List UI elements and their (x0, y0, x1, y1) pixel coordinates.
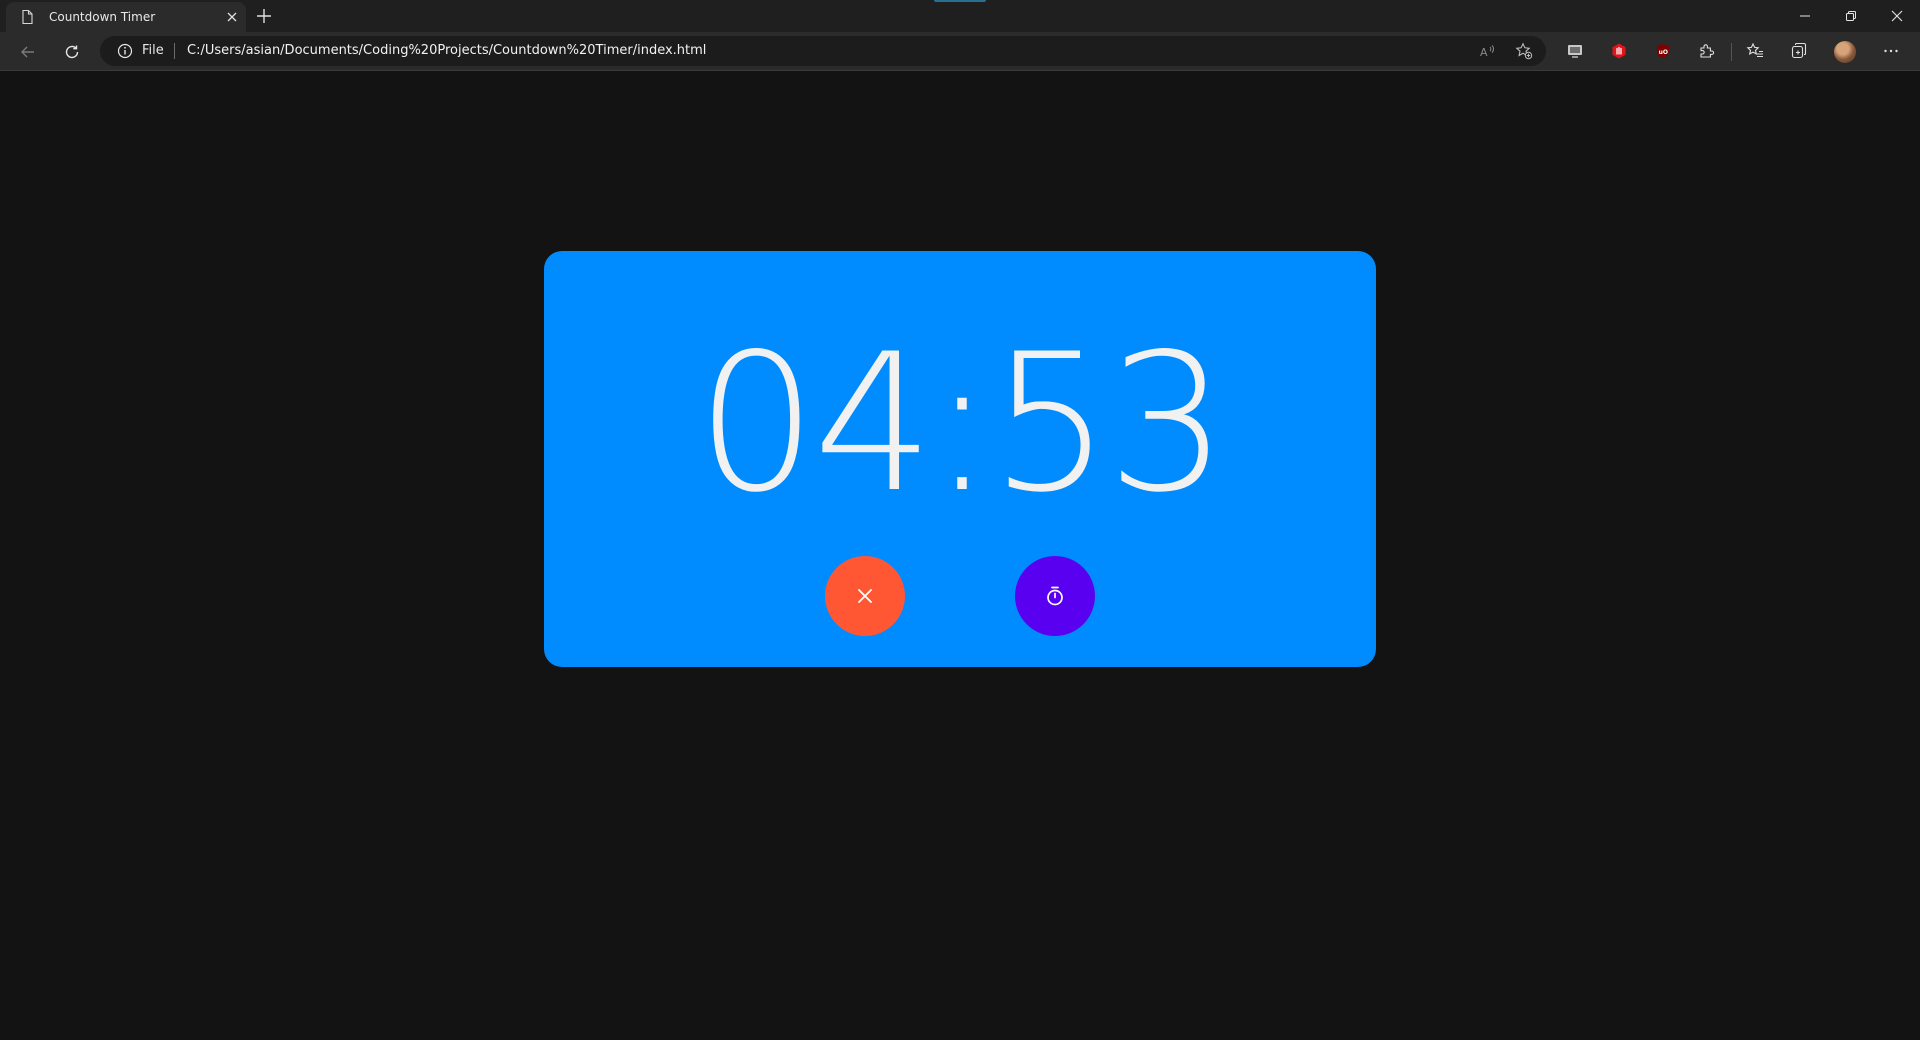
read-aloud-icon: A (1480, 45, 1494, 59)
collections-button[interactable] (1789, 41, 1809, 61)
browser-tab[interactable]: Countdown Timer (6, 2, 246, 32)
timer-card: 04:53 (544, 251, 1376, 667)
scheme-label: File (142, 43, 164, 58)
ublock-icon: uO (1657, 44, 1669, 58)
toolbar-separator (1731, 43, 1732, 61)
stopwatch-icon (1047, 586, 1063, 606)
add-favorite-icon (1515, 42, 1533, 60)
refresh-icon (65, 45, 79, 59)
back-arrow-icon (21, 46, 34, 58)
plus-icon[interactable] (254, 6, 274, 26)
tab-strip: Countdown Timer (0, 0, 1920, 32)
page-icon (22, 9, 33, 25)
read-aloud-button[interactable]: A (1478, 41, 1498, 61)
refresh-button[interactable] (57, 37, 87, 67)
add-favorite-button[interactable] (1514, 41, 1534, 61)
extensions-puzzle-icon (1700, 44, 1715, 58)
info-icon[interactable] (117, 43, 133, 59)
close-icon (1891, 10, 1903, 22)
extension-red-hand-button[interactable] (1609, 41, 1629, 61)
extension-red-hand-icon (1612, 43, 1626, 59)
browser-toolbar: File C:/Users/asian/Documents/Coding%20P… (0, 32, 1920, 71)
ublock-button[interactable]: uO (1653, 41, 1673, 61)
profile-avatar[interactable] (1834, 41, 1856, 63)
address-bar[interactable]: File C:/Users/asian/Documents/Coding%20P… (100, 36, 1546, 66)
start-button[interactable] (1015, 556, 1095, 636)
back-button[interactable] (13, 37, 43, 67)
collections-icon (1791, 42, 1807, 59)
svg-text:A: A (1480, 46, 1488, 59)
extension-screen-button[interactable] (1565, 41, 1585, 61)
countdown-display: 04:53 (696, 313, 1228, 534)
page-viewport: 04:53 (0, 71, 1920, 1040)
drag-region-accent (934, 0, 986, 2)
close-icon (858, 589, 872, 603)
extensions-button[interactable] (1697, 41, 1717, 61)
minimize-icon (1800, 15, 1810, 17)
tab-title: Countdown Timer (49, 10, 156, 24)
close-window-button[interactable] (1874, 0, 1920, 32)
close-icon[interactable] (224, 9, 240, 25)
restore-icon (1846, 11, 1856, 21)
minimize-button[interactable] (1782, 0, 1828, 32)
favorites-icon (1746, 42, 1763, 58)
more-menu-icon (1884, 49, 1898, 53)
favorites-button[interactable] (1745, 41, 1765, 61)
svg-text:uO: uO (1659, 49, 1668, 56)
address-separator (174, 43, 175, 59)
more-menu-button[interactable] (1881, 41, 1901, 61)
url-text[interactable]: C:/Users/asian/Documents/Coding%20Projec… (187, 43, 706, 58)
restore-button[interactable] (1828, 0, 1874, 32)
extension-screen-icon (1568, 45, 1582, 58)
reset-button[interactable] (825, 556, 905, 636)
